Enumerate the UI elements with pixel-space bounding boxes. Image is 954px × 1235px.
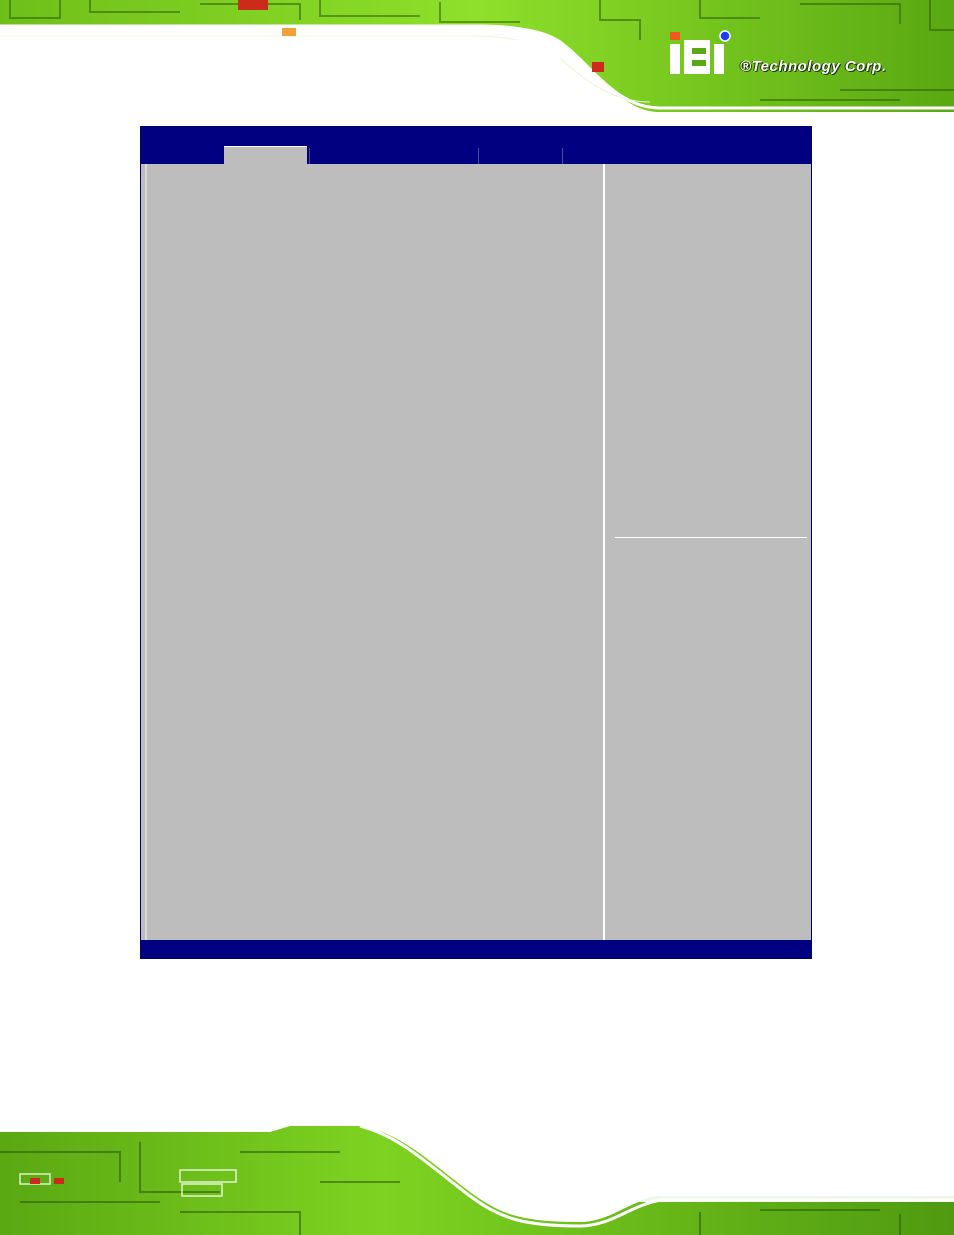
bios-title-bar	[141, 127, 811, 146]
tab-advanced[interactable]	[224, 146, 307, 165]
help-separator	[615, 537, 807, 538]
bios-status-bar	[141, 940, 811, 958]
bios-setup-window	[140, 126, 812, 959]
bios-help-panel	[605, 164, 811, 940]
company-name-label: ®Technology Corp.	[740, 58, 887, 75]
iei-logo-mark	[670, 30, 731, 74]
tab-main[interactable]	[141, 146, 223, 164]
tab-boot[interactable]	[479, 146, 561, 164]
footer-circuit-banner	[0, 1122, 954, 1235]
bios-settings-panel	[145, 164, 605, 940]
header-circuit-banner	[0, 0, 954, 112]
tab-security[interactable]	[563, 146, 723, 164]
tab-chipset[interactable]	[310, 146, 477, 164]
bios-tab-bar	[141, 146, 811, 165]
